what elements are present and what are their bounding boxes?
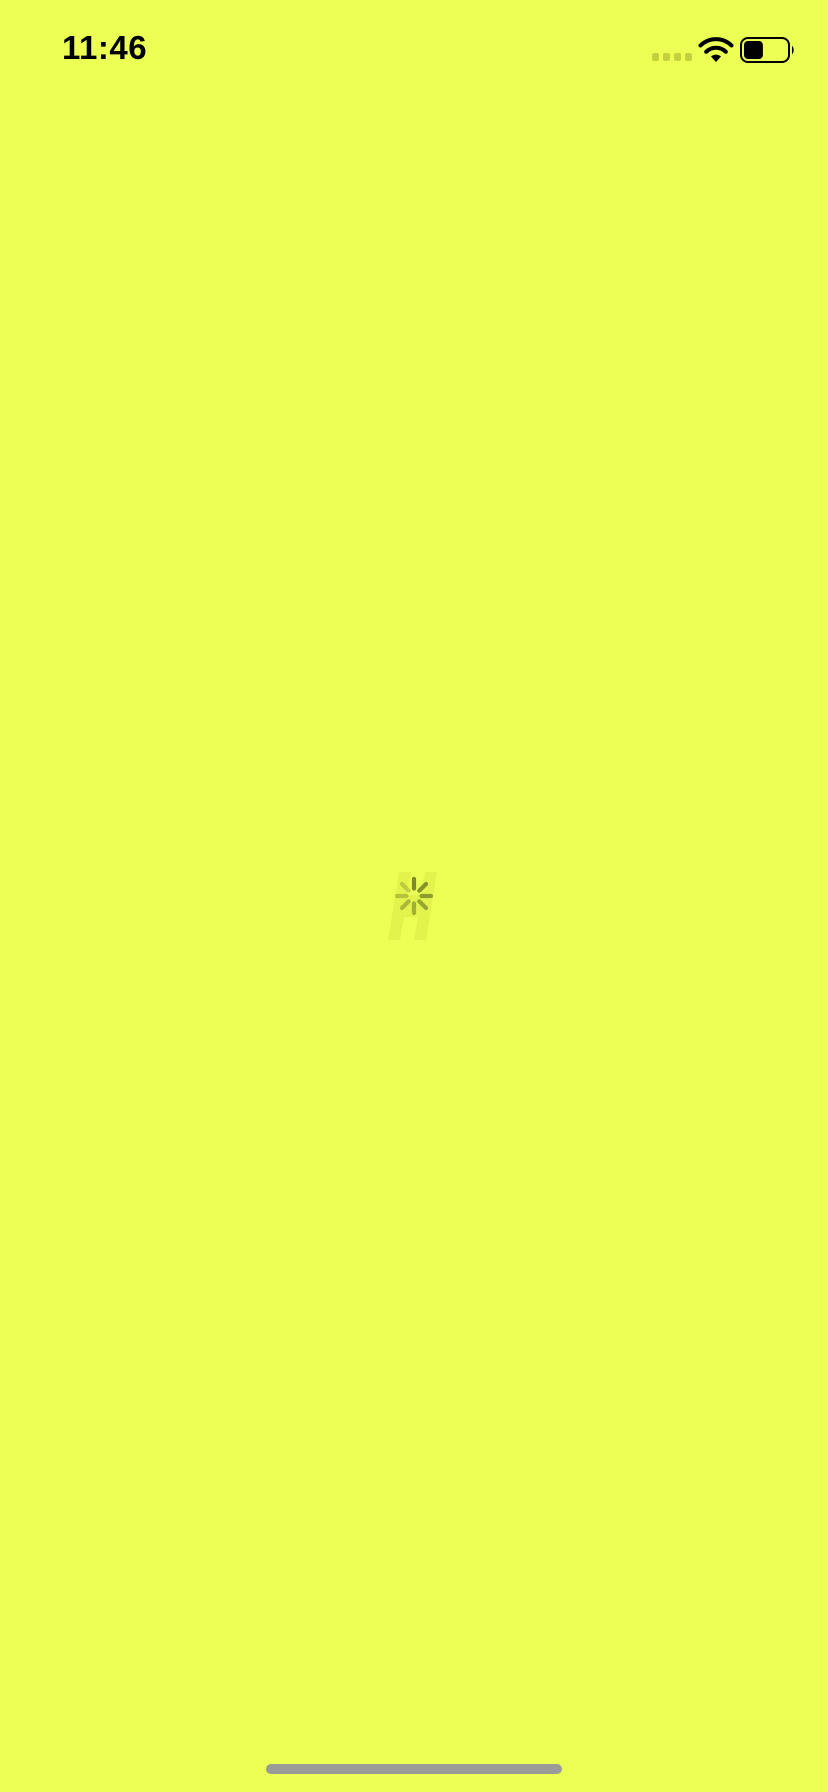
- battery-icon: [740, 37, 794, 63]
- status-time: 11:46: [62, 29, 148, 66]
- battery-fill: [744, 41, 763, 59]
- spinner-spoke: [399, 881, 411, 893]
- spinner-spoke: [399, 899, 411, 911]
- cellular-signal-icon: [652, 53, 692, 61]
- loading-indicator: [380, 872, 448, 944]
- spinner-spoke: [417, 881, 429, 893]
- wifi-icon: [698, 37, 734, 62]
- spinner-spoke: [417, 899, 429, 911]
- loading-screen: 11:46: [0, 0, 828, 1792]
- home-indicator-bar[interactable]: [266, 1764, 562, 1774]
- activity-spinner-icon: [394, 876, 434, 916]
- status-bar: 11:46: [0, 0, 828, 100]
